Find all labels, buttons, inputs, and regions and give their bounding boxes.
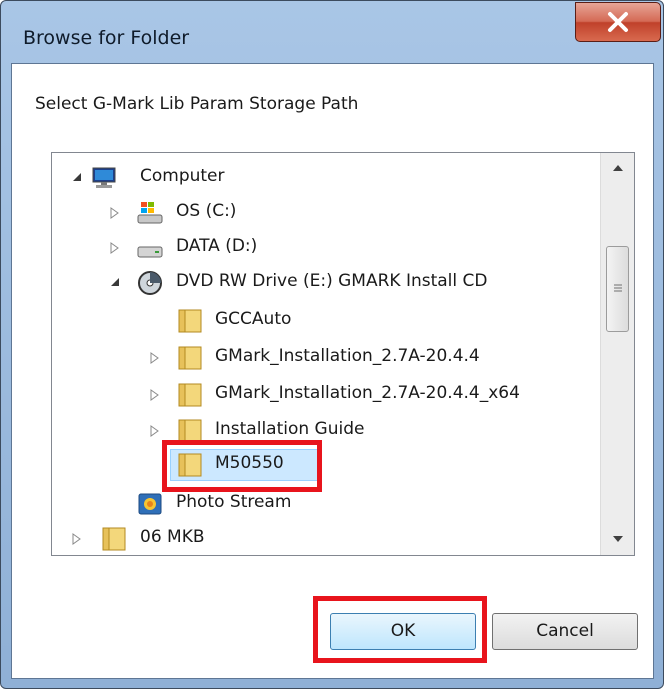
tree-item-label: DVD RW Drive (E:) GMARK Install CD: [176, 271, 488, 291]
dialog-prompt: Select G-Mark Lib Param Storage Path: [35, 94, 359, 114]
tree-item-label: GCCAuto: [215, 309, 292, 329]
tree-item-label: GMark_Installation_2.7A-20.4.4: [215, 346, 480, 366]
tree-item-computer[interactable]: Computer: [52, 161, 597, 195]
m50550-highlight-box: [162, 440, 322, 492]
folder-icon: [178, 346, 202, 370]
ok-button-highlight-box: [313, 596, 487, 663]
collapsed-arrow-icon[interactable]: [72, 533, 82, 545]
scroll-down-button[interactable]: [601, 524, 634, 554]
tree-item-06-mkb[interactable]: 06 MKB: [52, 522, 597, 555]
collapsed-arrow-icon[interactable]: [110, 207, 120, 219]
tree-item-label: OS (C:): [176, 201, 237, 221]
computer-icon: [92, 167, 116, 188]
tree-item-gccauto[interactable]: GCCAuto: [52, 304, 597, 338]
tree-item-gmark-installation-x64[interactable]: GMark_Installation_2.7A-20.4.4_x64: [52, 378, 597, 412]
tree-item-photo-stream[interactable]: Photo Stream: [52, 487, 597, 521]
folder-tree[interactable]: Computer OS (C:) DATA (D:) DVD RW Drive …: [51, 152, 635, 556]
browse-for-folder-dialog: Browse for Folder Select G-Mark Lib Para…: [0, 0, 664, 689]
tree-item-dvd-drive[interactable]: DVD RW Drive (E:) GMARK Install CD: [52, 266, 597, 300]
tree-item-label: 06 MKB: [140, 527, 205, 547]
tree-item-label: Photo Stream: [176, 492, 292, 512]
arrow-down-icon: [613, 536, 623, 542]
collapsed-arrow-icon[interactable]: [150, 389, 160, 401]
collapsed-arrow-icon[interactable]: [150, 425, 160, 437]
collapsed-arrow-icon[interactable]: [110, 242, 120, 254]
window-title: Browse for Folder: [23, 27, 190, 49]
dvd-drive-icon: [138, 271, 162, 295]
tree-item-installation-guide[interactable]: Installation Guide: [52, 414, 597, 448]
folder-icon: [178, 309, 202, 333]
tree-item-label: GMark_Installation_2.7A-20.4.4_x64: [215, 383, 520, 403]
scroll-thumb[interactable]: [606, 246, 629, 332]
vertical-scrollbar[interactable]: [600, 153, 634, 555]
photo-stream-icon: [138, 493, 162, 515]
tree-item-data-d[interactable]: DATA (D:): [52, 231, 597, 265]
close-button[interactable]: [575, 2, 661, 42]
expanded-arrow-icon[interactable]: [110, 277, 120, 287]
close-icon: [608, 12, 628, 32]
collapsed-arrow-icon[interactable]: [150, 352, 160, 364]
scroll-up-button[interactable]: [601, 153, 634, 183]
expanded-arrow-icon[interactable]: [72, 172, 82, 182]
folder-icon: [102, 527, 126, 551]
tree-item-label: DATA (D:): [176, 236, 258, 256]
tree-item-label: Installation Guide: [215, 419, 365, 439]
grip-icon: [614, 284, 622, 292]
folder-icon: [178, 383, 202, 407]
tree-item-os-c[interactable]: OS (C:): [52, 196, 597, 230]
windows-drive-icon: [137, 202, 163, 224]
tree-item-gmark-installation[interactable]: GMark_Installation_2.7A-20.4.4: [52, 341, 597, 375]
hard-drive-icon: [137, 246, 163, 258]
cancel-button[interactable]: Cancel: [492, 613, 638, 650]
tree-item-label: Computer: [140, 166, 225, 186]
arrow-up-icon: [613, 165, 623, 171]
